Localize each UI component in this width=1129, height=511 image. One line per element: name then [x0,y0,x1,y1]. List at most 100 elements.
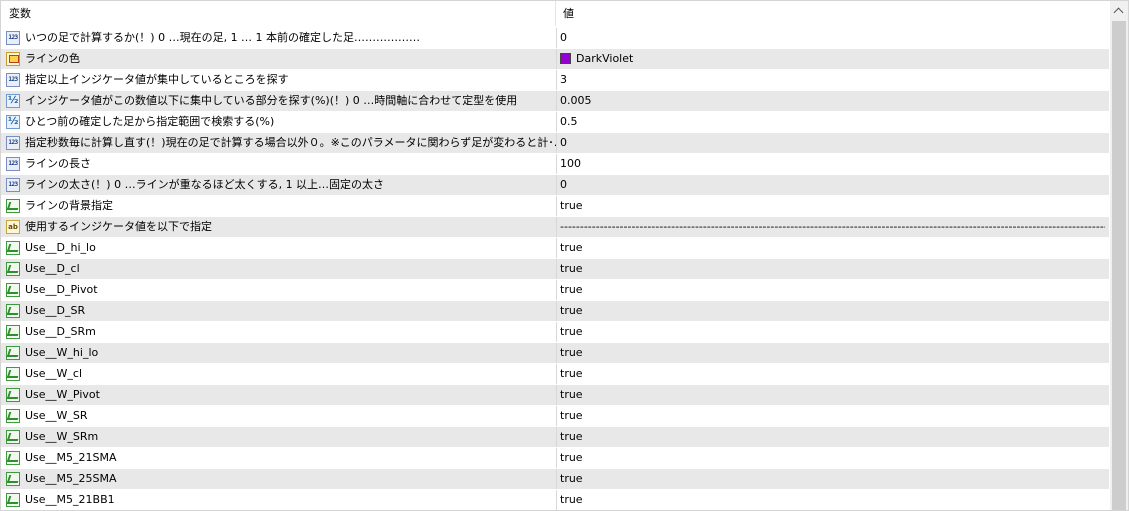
parameter-name-cell: Use__M5_25SMA [1,469,556,489]
vertical-scrollbar[interactable] [1110,1,1128,510]
parameter-value-cell[interactable]: 100 [560,154,1105,174]
column-header-value[interactable]: 値 [557,1,1109,26]
table-row[interactable]: ラインの色 DarkViolet [1,49,1109,70]
parameter-value-cell[interactable]: 0.005 [560,91,1105,111]
integer-type-icon [6,136,20,150]
column-divider [556,322,557,342]
table-row[interactable]: Use__W_SRm true [1,427,1109,448]
parameter-value: true [560,241,583,254]
parameter-value-cell[interactable]: true [560,301,1105,321]
parameter-value: true [560,262,583,275]
table-row[interactable]: 指定以上インジケータ値が集中しているところを探す 3 [1,70,1109,91]
parameter-name: Use__W_cl [25,367,83,380]
parameter-name-cell: Use__D_Pivot [1,280,556,300]
column-divider [556,490,557,510]
parameter-value: 100 [560,157,581,170]
table-row[interactable]: Use__M5_21SMA true [1,448,1109,469]
parameter-value-cell[interactable]: DarkViolet [560,49,1105,69]
table-row[interactable]: Use__D_SRm true [1,322,1109,343]
parameter-value-cell[interactable]: true [560,364,1105,384]
boolean-type-icon [6,325,20,339]
column-divider [556,175,557,195]
integer-type-icon [6,73,20,87]
column-divider [556,427,557,447]
table-row[interactable]: Use__M5_21BB1 true [1,490,1109,510]
parameter-value: true [560,346,583,359]
parameter-value-cell[interactable]: true [560,259,1105,279]
column-divider [556,112,557,132]
table-row[interactable]: 指定秒数毎に計算し直す(！)現在の足で計算する場合以外０。※このパラメータに関わ… [1,133,1109,154]
boolean-type-icon [6,199,20,213]
double-type-icon [6,94,20,108]
column-divider [556,259,557,279]
column-divider [556,385,557,405]
parameter-name-cell: ひとつ前の確定した足から指定範囲で検索する(%) [1,112,556,132]
parameter-value-cell[interactable]: true [560,280,1105,300]
parameter-name: Use__D_cl [25,262,80,275]
parameter-name-cell: 指定以上インジケータ値が集中しているところを探す [1,70,556,90]
parameter-value-cell[interactable]: 0 [560,133,1105,153]
parameter-name-cell: Use__M5_21BB1 [1,490,556,510]
parameter-name-cell: Use__M5_21SMA [1,448,556,468]
parameter-value-cell[interactable]: true [560,469,1105,489]
parameter-value-cell[interactable]: 0 [560,175,1105,195]
boolean-type-icon [6,346,20,360]
table-row[interactable]: ひとつ前の確定した足から指定範囲で検索する(%) 0.5 [1,112,1109,133]
parameter-value-cell[interactable]: ----------------------------------------… [560,217,1105,237]
parameter-value-cell[interactable]: true [560,322,1105,342]
parameter-value: 0 [560,31,567,44]
table-row[interactable]: ラインの長さ 100 [1,154,1109,175]
table-row[interactable]: Use__W_hi_lo true [1,343,1109,364]
table-row[interactable]: Use__M5_25SMA true [1,469,1109,490]
parameter-name: Use__M5_21BB1 [25,493,115,506]
parameter-name: Use__W_hi_lo [25,346,99,359]
parameter-value: 0 [560,136,567,149]
boolean-type-icon [6,304,20,318]
scrollbar-thumb[interactable] [1112,21,1126,510]
parameter-name: Use__M5_21SMA [25,451,117,464]
color-type-icon [6,52,20,66]
integer-type-icon [6,31,20,45]
parameter-value-cell[interactable]: true [560,196,1105,216]
table-row[interactable]: Use__D_hi_lo true [1,238,1109,259]
parameter-value-cell[interactable]: true [560,427,1105,447]
parameter-name: ラインの背景指定 [25,199,113,212]
parameter-value-cell[interactable]: true [560,343,1105,363]
parameter-value-cell[interactable]: true [560,448,1105,468]
parameter-value: DarkViolet [576,52,634,65]
parameter-value: 0 [560,178,567,191]
parameter-name-cell: Use__W_cl [1,364,556,384]
column-header-variable[interactable]: 変数 [1,1,556,26]
table-row[interactable]: Use__W_cl true [1,364,1109,385]
table-row[interactable]: ラインの太さ(！) 0 …ラインが重なるほど太くする, 1 以上…固定の太さ 0 [1,175,1109,196]
parameter-value-cell[interactable]: true [560,385,1105,405]
column-divider [556,28,557,48]
parameter-value-cell[interactable]: true [560,406,1105,426]
parameter-value-cell[interactable]: 0 [560,28,1105,48]
column-divider [556,364,557,384]
table-row[interactable]: Use__D_SR true [1,301,1109,322]
table-row[interactable]: 使用するインジケータ値を以下で指定 -----------------------… [1,217,1109,238]
parameter-value-cell[interactable]: true [560,238,1105,258]
boolean-type-icon [6,367,20,381]
boolean-type-icon [6,409,20,423]
table-row[interactable]: Use__D_Pivot true [1,280,1109,301]
parameter-name-cell: Use__D_SR [1,301,556,321]
integer-type-icon [6,157,20,171]
column-divider [556,280,557,300]
table-row[interactable]: インジケータ値がこの数値以下に集中している部分を探す(%)(！) 0 …時間軸に… [1,91,1109,112]
parameter-name: インジケータ値がこの数値以下に集中している部分を探す(%)(！) 0 …時間軸に… [25,94,518,107]
parameter-value-cell[interactable]: true [560,490,1105,510]
parameter-value-cell[interactable]: 0.5 [560,112,1105,132]
color-swatch[interactable] [560,53,571,64]
table-row[interactable]: Use__W_Pivot true [1,385,1109,406]
table-row[interactable]: Use__D_cl true [1,259,1109,280]
table-row[interactable]: ラインの背景指定 true [1,196,1109,217]
table-row[interactable]: Use__W_SR true [1,406,1109,427]
column-divider [556,406,557,426]
parameter-value: true [560,451,583,464]
table-row[interactable]: いつの足で計算するか(！) 0 …現在の足, 1 … 1 本前の確定した足………… [1,28,1109,49]
scroll-up-arrow-icon[interactable] [1110,3,1128,21]
parameter-name-cell: ラインの色 [1,49,556,69]
parameter-value-cell[interactable]: 3 [560,70,1105,90]
